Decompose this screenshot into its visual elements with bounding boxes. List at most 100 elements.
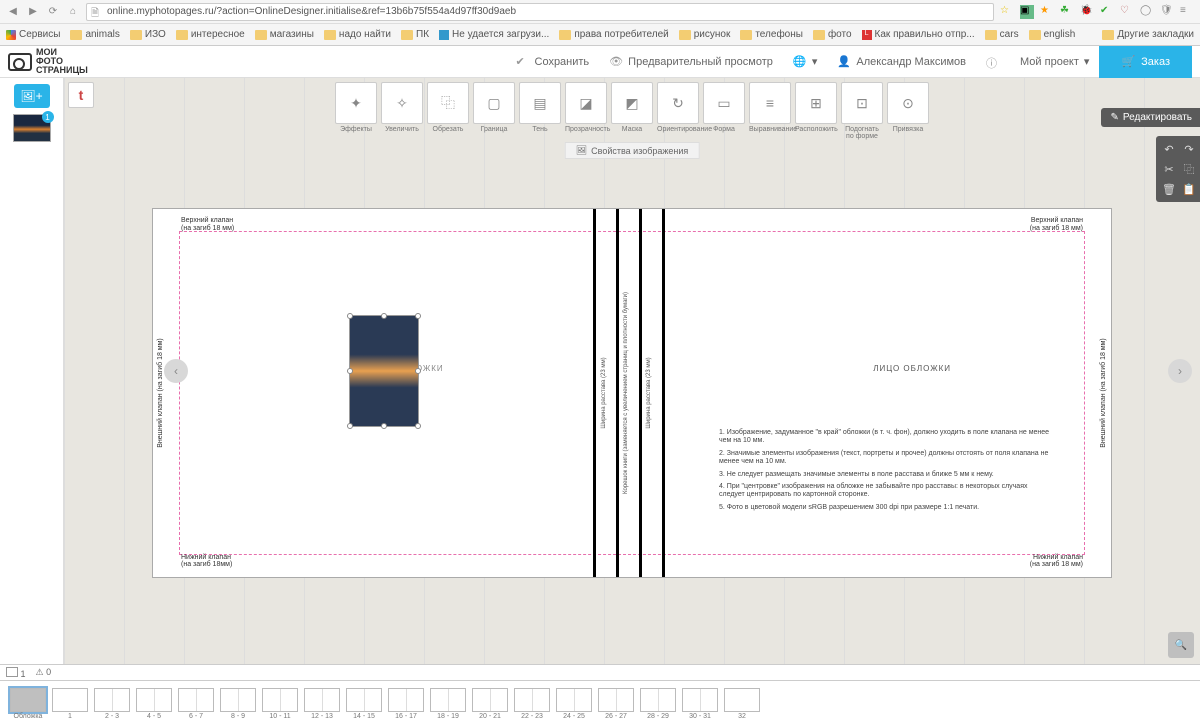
page-thumb[interactable]: 20 - 21 xyxy=(472,688,508,720)
back-icon[interactable]: ◀ xyxy=(6,5,20,19)
tool-привязка[interactable]: ⊙ xyxy=(887,82,929,124)
delete-button[interactable]: 🗑 xyxy=(1160,180,1178,198)
save-button[interactable]: ✔Сохранить xyxy=(506,55,600,69)
copy-button[interactable]: ⿻ xyxy=(1180,160,1198,178)
ext-icon[interactable]: ☘ xyxy=(1060,5,1074,19)
prev-spread-button[interactable]: ‹ xyxy=(164,359,188,383)
page-thumb[interactable]: 16 - 17 xyxy=(388,688,424,720)
bookmark-item[interactable]: LКак правильно отпр... xyxy=(862,29,975,40)
tool-обрезать[interactable]: ⿻ xyxy=(427,82,469,124)
tool-прозрачность[interactable]: ◪ xyxy=(565,82,607,124)
bookmark-folder[interactable]: права потребителей xyxy=(559,29,668,40)
ext-icon[interactable]: ◯ xyxy=(1140,5,1154,19)
bookmark-item[interactable]: Не удается загрузи... xyxy=(439,29,549,40)
properties-bar[interactable]: 🖼Свойства изображения xyxy=(565,142,700,159)
bookmark-folder[interactable]: телефоны xyxy=(740,29,803,40)
page-thumb[interactable]: 28 - 29 xyxy=(640,688,676,720)
ext-icon[interactable]: ★ xyxy=(1040,5,1054,19)
page-thumb[interactable]: 12 - 13 xyxy=(304,688,340,720)
image-plus-icon: 🖼+ xyxy=(20,89,42,103)
order-button[interactable]: 🛒Заказ xyxy=(1099,46,1192,78)
star-icon[interactable]: ☆ xyxy=(1000,5,1014,19)
logo[interactable]: МОИФОТОСТРАНИЦЫ xyxy=(8,48,88,75)
bookmark-folder[interactable]: cars xyxy=(985,29,1019,40)
search-button[interactable]: 🔍 xyxy=(1168,632,1194,658)
ext-icon[interactable]: 🛡 xyxy=(1160,5,1174,19)
bookmark-folder[interactable]: english xyxy=(1029,29,1076,40)
language-button[interactable]: 🌐▾ xyxy=(783,55,828,69)
placed-image[interactable] xyxy=(349,315,419,427)
preview-button[interactable]: 👁Предварительный просмотр xyxy=(599,55,783,69)
redo-button[interactable]: ↷ xyxy=(1180,140,1198,158)
apps-shortcut[interactable]: Сервисы xyxy=(6,29,60,40)
add-photo-button[interactable]: 🖼+ xyxy=(14,84,50,108)
cover-spread[interactable]: Верхний клапан(на загиб 18 мм) Верхний к… xyxy=(152,208,1112,578)
page-thumb[interactable]: 1 xyxy=(52,688,88,720)
page-thumb[interactable]: 30 - 31 xyxy=(682,688,718,720)
tool-расположить[interactable]: ⊞ xyxy=(795,82,837,124)
reload-icon[interactable]: ⟳ xyxy=(46,5,60,19)
ext-icon[interactable]: ♡ xyxy=(1120,5,1134,19)
info-button[interactable]: ⓘ xyxy=(976,55,1010,69)
image-toolbar: ✦✧⿻▢▤◪◩↻▭≡⊞⊡⊙ xyxy=(335,78,929,124)
photo-thumbnail[interactable]: 1 xyxy=(13,114,51,142)
tool-эффекты[interactable]: ✦ xyxy=(335,82,377,124)
project-menu[interactable]: Мой проект▾ xyxy=(1010,55,1099,68)
bookmark-folder[interactable]: магазины xyxy=(255,29,314,40)
resize-handle[interactable] xyxy=(347,368,353,374)
ext-icon[interactable]: ▣ xyxy=(1020,5,1034,19)
text-tool-button[interactable]: t xyxy=(68,82,94,108)
page-thumb[interactable]: 8 - 9 xyxy=(220,688,256,720)
page-thumb[interactable]: 4 - 5 xyxy=(136,688,172,720)
url-bar[interactable]: 🗎 online.myphotopages.ru/?action=OnlineD… xyxy=(86,3,994,21)
tool-маска[interactable]: ◩ xyxy=(611,82,653,124)
tool-граница[interactable]: ▢ xyxy=(473,82,515,124)
edit-button[interactable]: ✎Редактировать xyxy=(1101,108,1200,127)
resize-handle[interactable] xyxy=(415,423,421,429)
page-thumb[interactable]: Обложка xyxy=(10,688,46,720)
tool-тень[interactable]: ▤ xyxy=(519,82,561,124)
bookmarks-bar: Сервисы animals ИЗО интересное магазины … xyxy=(0,24,1200,46)
bookmark-folder[interactable]: надо найти xyxy=(324,29,391,40)
tool-форма[interactable]: ▭ xyxy=(703,82,745,124)
bookmark-folder[interactable]: ПК xyxy=(401,29,429,40)
bookmark-folder[interactable]: фото xyxy=(813,29,852,40)
undo-button[interactable]: ↶ xyxy=(1160,140,1178,158)
resize-handle[interactable] xyxy=(415,368,421,374)
bookmark-folder[interactable]: интересное xyxy=(176,29,245,40)
page-label: 22 - 23 xyxy=(521,713,543,720)
page-label: 18 - 19 xyxy=(437,713,459,720)
menu-icon[interactable]: ≡ xyxy=(1180,5,1194,19)
page-thumb[interactable]: 2 - 3 xyxy=(94,688,130,720)
bookmark-folder[interactable]: ИЗО xyxy=(130,29,166,40)
page-thumb[interactable]: 14 - 15 xyxy=(346,688,382,720)
user-menu[interactable]: 👤Александр Максимов xyxy=(827,55,976,69)
page-thumb[interactable]: 22 - 23 xyxy=(514,688,550,720)
cut-button[interactable]: ✂ xyxy=(1160,160,1178,178)
page-thumb[interactable]: 24 - 25 xyxy=(556,688,592,720)
bookmark-folder[interactable]: animals xyxy=(70,29,119,40)
forward-icon[interactable]: ▶ xyxy=(26,5,40,19)
tool-увеличить[interactable]: ✧ xyxy=(381,82,423,124)
tool-выравнивание[interactable]: ≡ xyxy=(749,82,791,124)
home-icon[interactable]: ⌂ xyxy=(66,5,80,19)
next-spread-button[interactable]: › xyxy=(1168,359,1192,383)
spine-text-3: Ширина расстава (23 мм) xyxy=(646,357,652,428)
other-bookmarks[interactable]: Другие закладки xyxy=(1102,29,1194,40)
page-thumb[interactable]: 32 xyxy=(724,688,760,720)
resize-handle[interactable] xyxy=(347,313,353,319)
page-thumb[interactable]: 10 - 11 xyxy=(262,688,298,720)
ext-icon[interactable]: 🐞 xyxy=(1080,5,1094,19)
resize-handle[interactable] xyxy=(381,423,387,429)
tool-ориентирование[interactable]: ↻ xyxy=(657,82,699,124)
paste-button[interactable]: 📋 xyxy=(1180,180,1198,198)
page-thumb[interactable]: 18 - 19 xyxy=(430,688,466,720)
resize-handle[interactable] xyxy=(381,313,387,319)
ext-icon[interactable]: ✔ xyxy=(1100,5,1114,19)
tool-подогнать по форме[interactable]: ⊡ xyxy=(841,82,883,124)
bookmark-folder[interactable]: рисунок xyxy=(679,29,731,40)
page-thumb[interactable]: 6 - 7 xyxy=(178,688,214,720)
page-thumb[interactable]: 26 - 27 xyxy=(598,688,634,720)
resize-handle[interactable] xyxy=(347,423,353,429)
resize-handle[interactable] xyxy=(415,313,421,319)
